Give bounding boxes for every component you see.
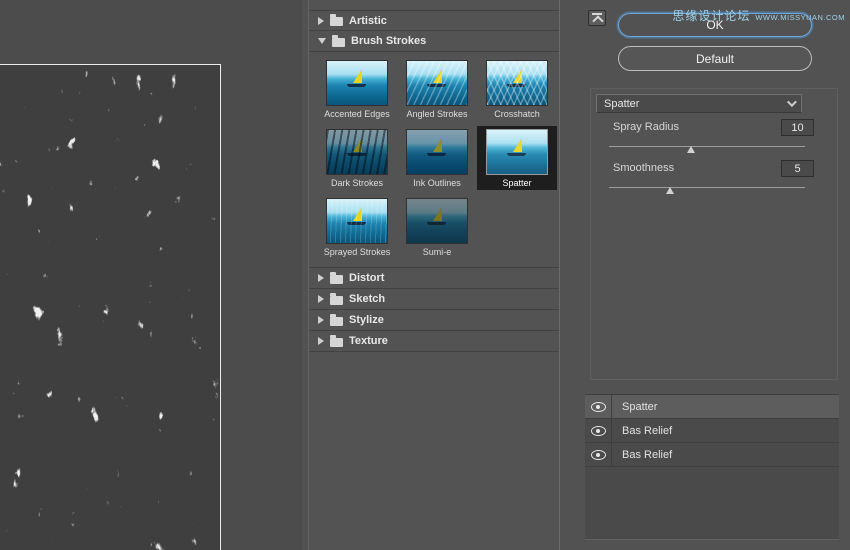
spray-radius-input[interactable]: 10 — [781, 119, 814, 136]
layer-name[interactable]: Spatter — [612, 395, 839, 418]
folder-icon — [330, 14, 343, 26]
default-button[interactable]: Default — [618, 46, 812, 71]
disclosure-triangle-icon — [318, 38, 326, 44]
chevron-down-icon — [786, 97, 797, 108]
category-label: Distort — [349, 272, 385, 284]
thumbnail-image — [406, 198, 468, 244]
folder-icon — [330, 313, 343, 326]
disclosure-triangle-icon — [318, 16, 324, 25]
slider-thumb[interactable] — [665, 187, 674, 194]
eye-icon — [590, 425, 606, 436]
slider-thumb[interactable] — [687, 146, 696, 153]
folder-open-icon — [332, 34, 345, 47]
eye-icon — [590, 449, 606, 460]
layer-row[interactable]: Spatter — [585, 395, 839, 419]
thumbnail-label: Crosshatch — [494, 109, 540, 119]
slider-track — [609, 146, 805, 147]
thumbnail-label: Sprayed Strokes — [323, 247, 391, 257]
filter-thumb-sprayed-strokes[interactable]: Sprayed Strokes — [317, 195, 397, 259]
disclosure-triangle-icon — [318, 274, 324, 282]
thumbnail-image — [326, 60, 388, 106]
thumbnail-image — [326, 198, 388, 244]
thumbnail-label: Angled Strokes — [406, 109, 468, 119]
brush-strokes-thumbnails: Accented Edges Angled Strokes Crosshatch… — [309, 52, 559, 268]
filter-select[interactable]: Spatter — [596, 94, 802, 113]
filter-thumb-sumi-e[interactable]: Sumi-e — [397, 195, 477, 259]
thumbnail-image — [326, 129, 388, 175]
category-artistic[interactable]: Artistic — [309, 10, 559, 31]
thumbnail-label: Sumi-e — [422, 247, 452, 257]
category-texture[interactable]: Texture — [309, 331, 559, 352]
category-label: Stylize — [349, 314, 384, 326]
slider-track — [609, 187, 805, 188]
smoothness-slider[interactable] — [609, 182, 805, 195]
folder-icon — [330, 292, 343, 305]
thumbnail-label: Spatter — [502, 178, 532, 188]
filter-thumb-accented-edges[interactable]: Accented Edges — [317, 57, 397, 121]
layer-row[interactable]: Bas Relief — [585, 419, 839, 443]
filter-list-panel: Artistic Brush Strokes Accented Edges An… — [308, 0, 560, 550]
visibility-toggle[interactable] — [585, 419, 612, 442]
effect-layers-panel: Spatter Bas Relief Bas Relief — [585, 394, 839, 540]
collapse-panel-button[interactable] — [588, 10, 606, 26]
thumbnail-label: Ink Outlines — [413, 178, 461, 188]
disclosure-triangle-icon — [318, 337, 324, 345]
thumbnail-image — [486, 60, 548, 106]
filter-thumb-dark-strokes[interactable]: Dark Strokes — [317, 126, 397, 190]
filter-thumb-spatter[interactable]: Spatter — [477, 126, 557, 190]
preview-image[interactable] — [0, 64, 221, 550]
thumbnail-label: Accented Edges — [324, 109, 390, 119]
category-label: Sketch — [349, 293, 386, 305]
filter-settings-panel: Spatter Spray Radius 10 Smoothness 5 — [590, 88, 838, 380]
category-label: Texture — [349, 335, 388, 347]
thumbnail-image — [406, 60, 468, 106]
filter-thumb-crosshatch[interactable]: Crosshatch — [477, 57, 557, 121]
smoothness-input[interactable]: 5 — [781, 160, 814, 177]
thumbnail-image — [406, 129, 468, 175]
visibility-toggle[interactable] — [585, 443, 612, 466]
preview-area — [0, 0, 302, 550]
disclosure-triangle-icon — [318, 295, 324, 303]
category-stylize[interactable]: Stylize — [309, 310, 559, 331]
category-label: Artistic — [349, 14, 387, 27]
filter-thumb-angled-strokes[interactable]: Angled Strokes — [397, 57, 477, 121]
thumbnail-label: Dark Strokes — [330, 178, 383, 188]
visibility-toggle[interactable] — [585, 395, 612, 418]
filter-thumb-ink-outlines[interactable]: Ink Outlines — [397, 126, 477, 190]
spray-radius-label: Spray Radius — [613, 121, 680, 133]
filter-gallery-window: Artistic Brush Strokes Accented Edges An… — [0, 0, 850, 550]
layer-name[interactable]: Bas Relief — [612, 419, 839, 442]
collapse-up-icon — [592, 13, 602, 23]
layer-row[interactable]: Bas Relief — [585, 443, 839, 467]
folder-icon — [330, 271, 343, 284]
spray-radius-slider[interactable] — [609, 141, 805, 154]
disclosure-triangle-icon — [318, 316, 324, 324]
spatter-texture — [0, 65, 220, 550]
category-label: Brush Strokes — [351, 35, 427, 47]
layer-name[interactable]: Bas Relief — [612, 443, 839, 466]
smoothness-label: Smoothness — [613, 162, 675, 174]
ok-button[interactable]: OK — [618, 13, 812, 37]
category-sketch[interactable]: Sketch — [309, 289, 559, 310]
thumbnail-image — [486, 129, 548, 175]
filter-select-value: Spatter — [604, 97, 640, 110]
category-distort[interactable]: Distort — [309, 268, 559, 289]
eye-icon — [590, 401, 606, 412]
folder-icon — [330, 334, 343, 347]
category-brush-strokes[interactable]: Brush Strokes — [309, 31, 559, 52]
